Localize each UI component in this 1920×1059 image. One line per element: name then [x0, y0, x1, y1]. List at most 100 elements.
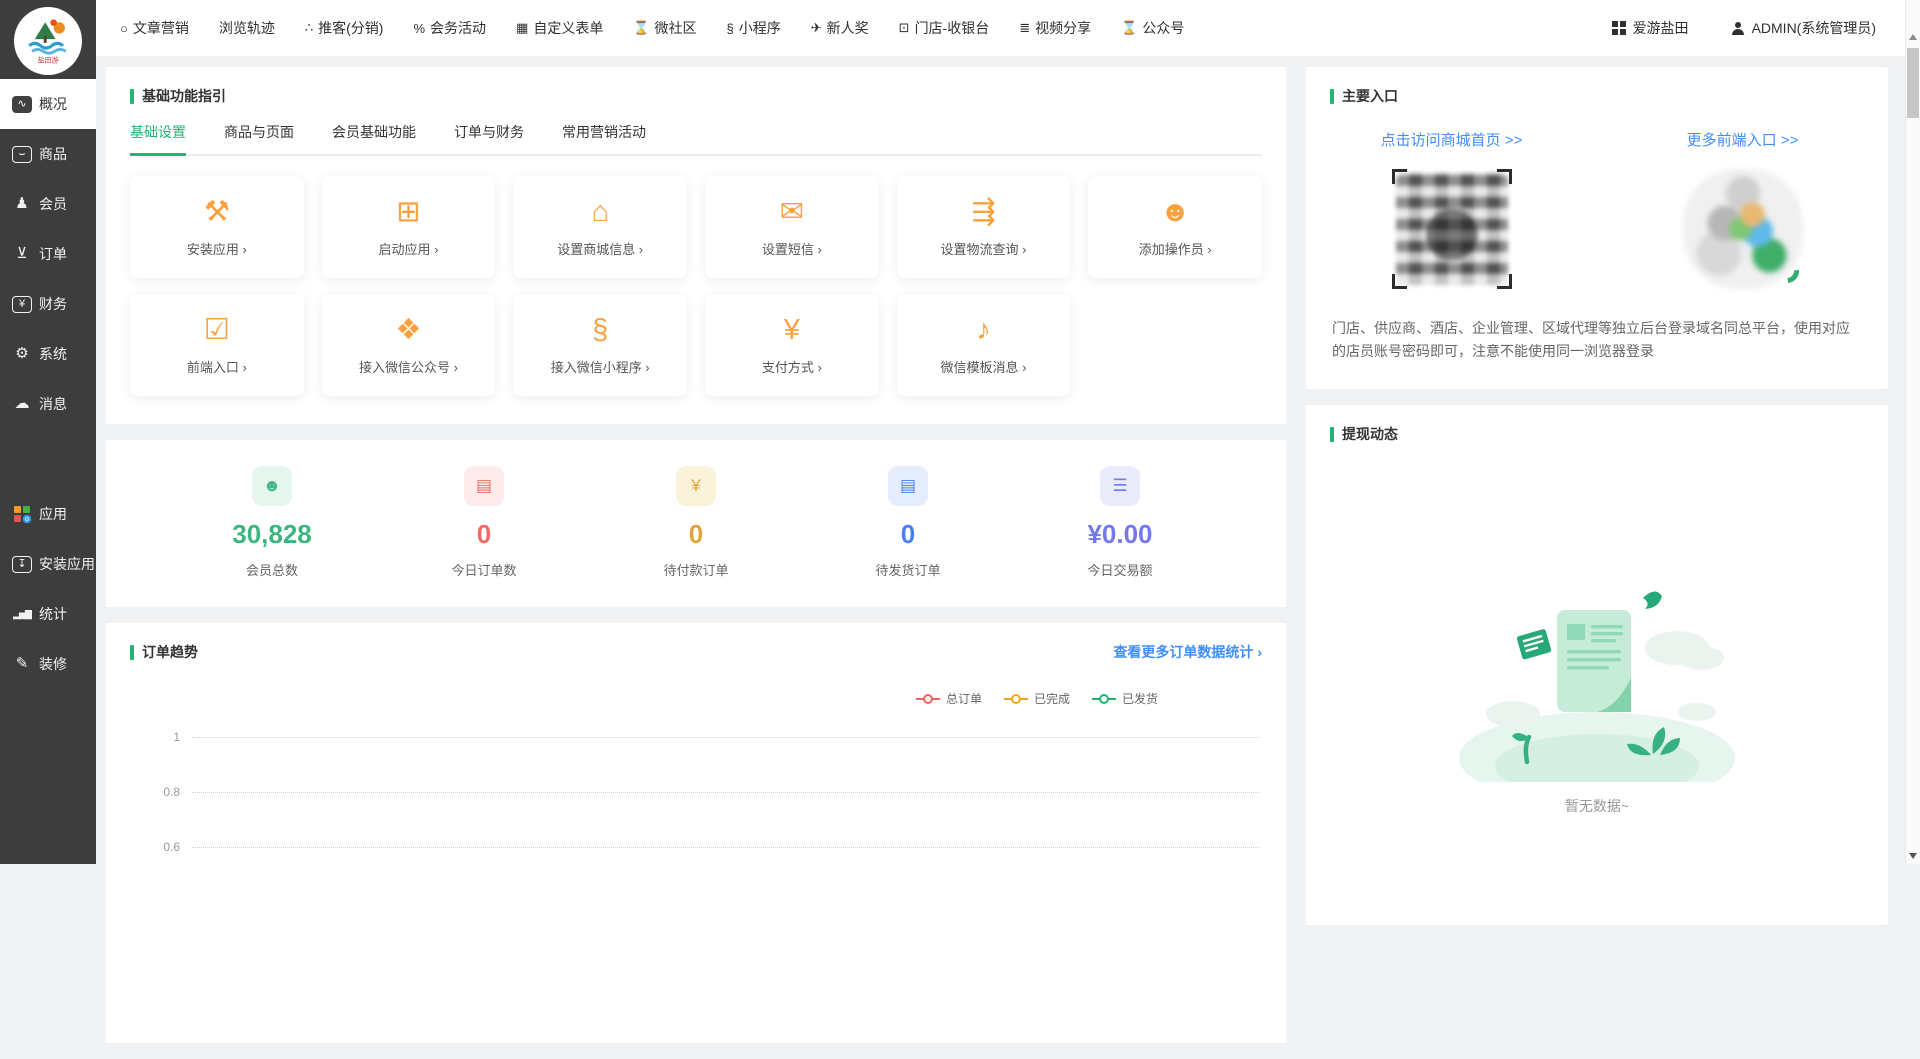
guide-card-connect-wechat-miniprogram[interactable]: §接入微信小程序 ›	[513, 294, 687, 396]
scroll-up-arrow-icon[interactable]	[1909, 34, 1917, 40]
qr-corner-mark	[1392, 169, 1407, 184]
topnav-label: 微社区	[655, 18, 697, 38]
doc-check-icon: ☑	[204, 314, 230, 346]
guide-card-label: 设置短信 ›	[762, 239, 822, 258]
scroll-down-arrow-icon[interactable]	[1909, 853, 1917, 859]
guide-title: 基础功能指引	[142, 86, 226, 106]
bag-icon: ⌣	[12, 146, 32, 163]
page-scrollbar[interactable]	[1905, 0, 1920, 864]
tab-4[interactable]: 订单与财务	[454, 122, 524, 156]
topnav-micro-community[interactable]: ⌛微社区	[633, 18, 696, 38]
entry-col-mall: 点击访问商城首页 >>	[1306, 129, 1597, 293]
topnav-promoter-distribution[interactable]: ∴推客(分销)	[305, 18, 384, 38]
guide-card-label: 添加操作员 ›	[1139, 239, 1212, 258]
guide-card-label: 支付方式 ›	[762, 357, 822, 376]
topnav-newcomer-award[interactable]: ✈新人奖	[811, 18, 869, 38]
withdraw-panel-head: 提现动态	[1306, 405, 1888, 444]
chart-ytick-label: 0.6	[130, 840, 180, 854]
chart-legend: 总订单 已完成 已发货	[106, 690, 1286, 707]
sidebar-item-label: 装修	[39, 654, 67, 674]
sidebar-item-apps[interactable]: 应用	[0, 489, 96, 539]
guide-panel-head: 基础功能指引	[106, 67, 1286, 106]
sidebar-item-orders[interactable]: ⊻订单	[0, 229, 96, 279]
account-label: ADMIN(系统管理员)	[1752, 18, 1876, 38]
guide-card-payment-method[interactable]: ¥ 支付方式 ›	[705, 294, 879, 396]
tab-1[interactable]: 基础设置	[130, 122, 186, 156]
sidebar-item-label: 统计	[39, 604, 67, 624]
sidebar-item-statistics[interactable]: ▂▅▇统计	[0, 589, 96, 639]
yen-box-icon: ¥	[784, 314, 800, 346]
guide-card-start-application[interactable]: ⊞启动应用 ›	[322, 176, 496, 278]
stat-today-order-count: ▤0今日订单数	[378, 466, 590, 579]
topnav-store-cashier[interactable]: ⊡门店-收银台	[899, 18, 990, 38]
cart-icon: ⊻	[12, 245, 32, 263]
more-entries-link[interactable]: 更多前端入口 >>	[1687, 129, 1799, 150]
guide-panel: 基础功能指引 基础设置 商品与页面 会员基础功能 订单与财务 常用营销活动 ⚒安装应用 …	[106, 67, 1286, 424]
sidebar-item-label: 消息	[39, 394, 67, 414]
sidebar-item-label: 应用	[39, 504, 67, 524]
scrollbar-thumb[interactable]	[1907, 48, 1919, 118]
more-order-stats-link[interactable]: 查看更多订单数据统计 ›	[1113, 642, 1262, 662]
topnav-video-share[interactable]: ≣视频分享	[1019, 18, 1091, 38]
qr-code-blurred	[1396, 173, 1508, 285]
topnav-custom-form[interactable]: ▦自定义表单	[516, 18, 603, 38]
visit-mall-home-link[interactable]: 点击访问商城首页 >>	[1381, 129, 1523, 150]
guide-card-install-application[interactable]: ⚒安装应用 ›	[130, 176, 304, 278]
guide-card-wechat-template-message[interactable]: ♪微信模板消息 ›	[897, 294, 1071, 396]
sidebar-spacer	[0, 429, 96, 489]
topnav-conference-activity[interactable]: %会务活动	[413, 18, 486, 38]
empty-state-text: 暂无数据~	[1306, 796, 1888, 816]
title-accent-bar	[130, 645, 134, 660]
tab-5[interactable]: 常用营销活动	[562, 122, 646, 156]
guide-card-connect-wechat-official[interactable]: ❖接入微信公众号 ›	[322, 294, 496, 396]
legend-marker-icon	[1092, 694, 1116, 703]
sidebar-item-finance[interactable]: ¥财务	[0, 279, 96, 329]
tab-2[interactable]: 商品与页面	[224, 122, 294, 156]
chart-gridline: 1	[192, 737, 1260, 738]
topnav-browse-track[interactable]: 浏览轨迹	[219, 18, 275, 38]
guide-card-set-logistics[interactable]: ⇶设置物流查询 ›	[897, 176, 1071, 278]
topnav-label: 会务活动	[430, 18, 486, 38]
sidebar-item-overview[interactable]: ∿概况	[0, 79, 96, 129]
topnav-mini-program[interactable]: §小程序	[727, 18, 781, 38]
tab-3[interactable]: 会员基础功能	[332, 122, 416, 156]
stat-value: 30,828	[166, 519, 378, 550]
entry-title: 主要入口	[1342, 86, 1398, 106]
entries-logo-image	[1679, 165, 1807, 293]
chart-ytick-label: 0.8	[130, 785, 180, 799]
account-menu[interactable]: ADMIN(系统管理员)	[1731, 18, 1876, 38]
entry-panel-head: 主要入口	[1306, 67, 1888, 106]
sidebar-item-members[interactable]: ♟会员	[0, 179, 96, 229]
topbar-right: 爱游盐田 ADMIN(系统管理员)	[1612, 18, 1876, 38]
guide-card-set-mall-info[interactable]: ⌂设置商城信息 ›	[513, 176, 687, 278]
topnav-article-marketing[interactable]: ○文章营销	[120, 18, 189, 38]
sidebar-item-decorate[interactable]: ✎装修	[0, 639, 96, 689]
s-link-icon: §	[592, 314, 608, 346]
stat-value: 0	[590, 519, 802, 550]
right-column: 主要入口 点击访问商城首页 >> 更多前端入口 >>	[1306, 67, 1888, 941]
legend-item-已完成[interactable]: 已完成	[1004, 690, 1070, 707]
topnav-label: 公众号	[1142, 18, 1184, 38]
guide-card-set-sms[interactable]: ✉设置短信 ›	[705, 176, 879, 278]
topnav-label: 小程序	[739, 18, 781, 38]
withdraw-title: 提现动态	[1342, 424, 1398, 444]
sidebar-item-messages[interactable]: ☁消息	[0, 379, 96, 429]
guide-card-frontend-entry[interactable]: ☑前端入口 ›	[130, 294, 304, 396]
sidebar-item-goods[interactable]: ⌣商品	[0, 129, 96, 179]
guide-card-add-operator[interactable]: ☻添加操作员 ›	[1088, 176, 1262, 278]
legend-item-已发货[interactable]: 已发货	[1092, 690, 1158, 707]
sidebar-item-label: 安装应用	[39, 554, 95, 574]
svg-text:盐田游: 盐田游	[37, 56, 58, 65]
title-accent-bar	[130, 89, 134, 104]
list-icon: ≣	[1019, 20, 1030, 36]
legend-item-总订单[interactable]: 总订单	[916, 690, 982, 707]
topnav-official-account[interactable]: ⌛公众号	[1121, 18, 1184, 38]
main-entry-panel: 主要入口 点击访问商城首页 >> 更多前端入口 >>	[1306, 67, 1888, 389]
sidebar-item-system[interactable]: ⚙系统	[0, 329, 96, 379]
main-column: 基础功能指引 基础设置 商品与页面 会员基础功能 订单与财务 常用营销活动 ⚒安装应用 …	[106, 67, 1286, 1059]
stat-value: 0	[378, 519, 590, 550]
sidebar-item-install-app[interactable]: ↧安装应用	[0, 539, 96, 589]
org-switcher[interactable]: 爱游盐田	[1612, 18, 1689, 38]
chart-gridline: 0.6	[192, 847, 1260, 848]
order-trend-title: 订单趋势	[142, 642, 198, 662]
